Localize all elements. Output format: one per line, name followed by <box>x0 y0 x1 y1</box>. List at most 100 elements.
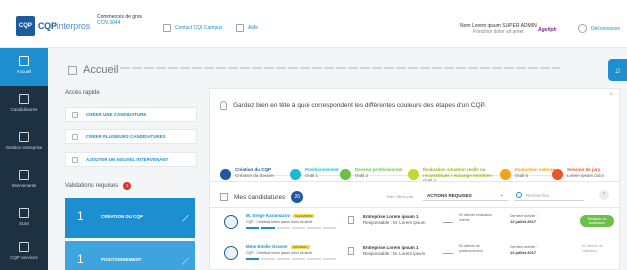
filter-label: Trier / filtrer par <box>386 194 414 199</box>
logo-text: CQPinterpros <box>37 21 90 31</box>
quick-access-label: CRÉER UNE CANDIDATURE <box>86 112 147 117</box>
organization-ccn: CCN 3044 <box>97 20 121 26</box>
help-icon <box>236 24 244 32</box>
briefcase-icon <box>19 132 29 142</box>
graduation-icon <box>19 208 29 218</box>
folder-icon <box>220 193 228 201</box>
document-icon <box>348 216 354 224</box>
search-input[interactable]: Rechercher... <box>514 189 584 201</box>
status-badge: VALIDATION <box>293 214 315 218</box>
contact-link[interactable]: Contact CQI Campus <box>163 24 223 32</box>
sidebar-item-candidatures[interactable]: Candidatures <box>0 86 48 124</box>
breadcrumb <box>120 67 560 69</box>
sidebar-item-label: Gestion entreprise <box>5 145 43 150</box>
assign-evaluator-button[interactable]: Désigner un évaluateur <box>580 215 614 227</box>
home-icon <box>68 65 77 75</box>
contact-link-label: Contact CQI Campus <box>175 25 223 31</box>
validation-card-positionnement[interactable]: 1 POSITIONNEMENT <box>65 241 195 270</box>
avatar <box>224 246 238 260</box>
progress-steps <box>246 227 336 229</box>
sidebar-item-label: Candidatures <box>10 107 38 112</box>
stage-color-dot <box>500 169 511 180</box>
validation-count: 1 <box>77 209 84 223</box>
sidebar: Accueil Candidatures Gestion entreprise … <box>0 48 48 270</box>
validation-count: 1 <box>77 252 84 266</box>
notification-button[interactable]: ♫ <box>608 59 627 81</box>
applications-title: Mes candidatures 26 <box>220 191 304 203</box>
help-link[interactable]: Aide <box>236 24 258 32</box>
lightbulb-icon <box>220 101 227 110</box>
help-link-label: Aide <box>248 25 259 31</box>
chart-icon <box>443 248 453 254</box>
chevron-up-icon: ⌃ <box>601 192 607 198</box>
applications-header: Mes candidatures 26 Trier / filtrer par … <box>210 182 621 208</box>
chevron-down-icon: ⌄ <box>499 192 504 198</box>
legend-intro: Gardez bien en tête à quoi correspondent… <box>220 101 486 110</box>
pending-validation-status: En attente de validation <box>582 244 603 253</box>
page-title: Accueil <box>68 64 118 76</box>
sidebar-item-gestion-entreprise[interactable]: Gestion entreprise <box>0 124 48 162</box>
logout-button[interactable]: Déconnexion <box>578 24 620 33</box>
bell-icon: ♫ <box>614 65 621 75</box>
validations-count-badge: 1 <box>123 182 132 190</box>
certificate-label: CQP : Certificat lorem ipsum dolor sit a… <box>246 251 313 255</box>
validation-label: CRÉATION DU CQP <box>101 214 143 219</box>
validation-card-creation[interactable]: 1 CRÉATION DU CQP <box>65 198 195 238</box>
logout-label: Déconnexion <box>591 25 621 32</box>
user-info[interactable]: Nom Lorem ipsum SUPER ADMIN Fonction dol… <box>460 23 537 35</box>
stage-color-dot <box>552 169 563 180</box>
last-activity: Dernière activité : 12 juillet 2017 <box>510 214 538 224</box>
add-intervenant-button[interactable]: AJOUTER UN NOUVEL INTERVENANT <box>65 152 197 167</box>
search-icon <box>516 192 522 198</box>
documents-icon <box>72 133 78 140</box>
stage-color-dot <box>408 169 419 180</box>
candidate-name[interactable]: M. Serge Karamazov VALIDATION <box>246 213 315 218</box>
partner-logo: Agefiph <box>538 27 557 33</box>
collapse-button[interactable]: ⌃ <box>599 190 609 200</box>
table-row[interactable]: Mme Emilie Gravier NOUVEAU CQP : Certific… <box>210 240 621 270</box>
create-application-button[interactable]: CRÉER UNE CANDIDATURE <box>65 107 197 122</box>
company-info: Entreprise Lorem ipsum 1 Responsable : M… <box>363 214 426 225</box>
applications-panel: Mes candidatures 26 Trier / filtrer par … <box>209 181 621 270</box>
pencil-icon <box>176 209 189 222</box>
quick-access-label: CRÉER PLUSIEURS CANDIDATURES <box>86 134 166 139</box>
evaluation-status: En attente de positionnement <box>459 244 483 253</box>
logo-icon: CQP <box>16 16 35 36</box>
progress-steps <box>246 258 336 260</box>
chat-icon <box>163 24 171 32</box>
sidebar-item-label: Accueil <box>16 69 32 74</box>
create-multiple-applications-button[interactable]: CRÉER PLUSIEURS CANDIDATURES <box>65 129 197 144</box>
document-icon <box>72 111 78 118</box>
chart-icon <box>443 217 453 223</box>
sidebar-item-label: Suivi <box>19 221 29 226</box>
sidebar-item-accueil[interactable]: Accueil <box>0 48 48 86</box>
quick-access-title: Accès rapide <box>65 90 100 96</box>
sidebar-item-label: Intervenants <box>11 183 37 188</box>
applications-count-badge: 26 <box>291 191 304 203</box>
avatar <box>224 215 238 229</box>
quick-access-label: AJOUTER UN NOUVEL INTERVENANT <box>86 157 169 162</box>
table-row[interactable]: M. Serge Karamazov VALIDATION CQP : Certi… <box>210 209 621 239</box>
stage-color-dot <box>340 169 351 180</box>
certificate-label: CQP : Certificat lorem ipsum dolor sit a… <box>246 220 313 224</box>
logo[interactable]: CQP CQPinterpros <box>16 13 90 39</box>
validation-label: POSITIONNEMENT <box>101 257 142 262</box>
top-bar: CQP CQPinterpros Commerces de gros CCN 3… <box>0 0 627 48</box>
validations-title: Validations requises 1 <box>65 182 132 190</box>
organization-info: Commerces de gros CCN 3044 <box>97 14 142 26</box>
home-icon <box>19 56 29 66</box>
power-icon <box>578 24 587 33</box>
sidebar-item-suivi[interactable]: Suivi <box>0 200 48 238</box>
stage-color-dot <box>290 169 301 180</box>
candidate-name[interactable]: Mme Emilie Gravier NOUVEAU <box>246 244 310 249</box>
add-user-icon <box>72 156 78 163</box>
sidebar-item-cqp-services[interactable]: CQP services <box>0 234 48 270</box>
evaluation-status: En attente évaluation interne <box>459 213 492 222</box>
filter-select[interactable]: ACTIONS REQUISES ⌄ <box>423 189 508 201</box>
close-icon[interactable]: × <box>609 92 613 98</box>
sidebar-item-intervenants[interactable]: Intervenants <box>0 162 48 200</box>
user-role: Fonction dolor sit amet <box>473 29 524 35</box>
main-content: Accueil ♫ Accès rapide CRÉER UNE CANDIDA… <box>48 48 627 270</box>
user-icon <box>19 170 29 180</box>
flag-icon <box>176 252 189 265</box>
